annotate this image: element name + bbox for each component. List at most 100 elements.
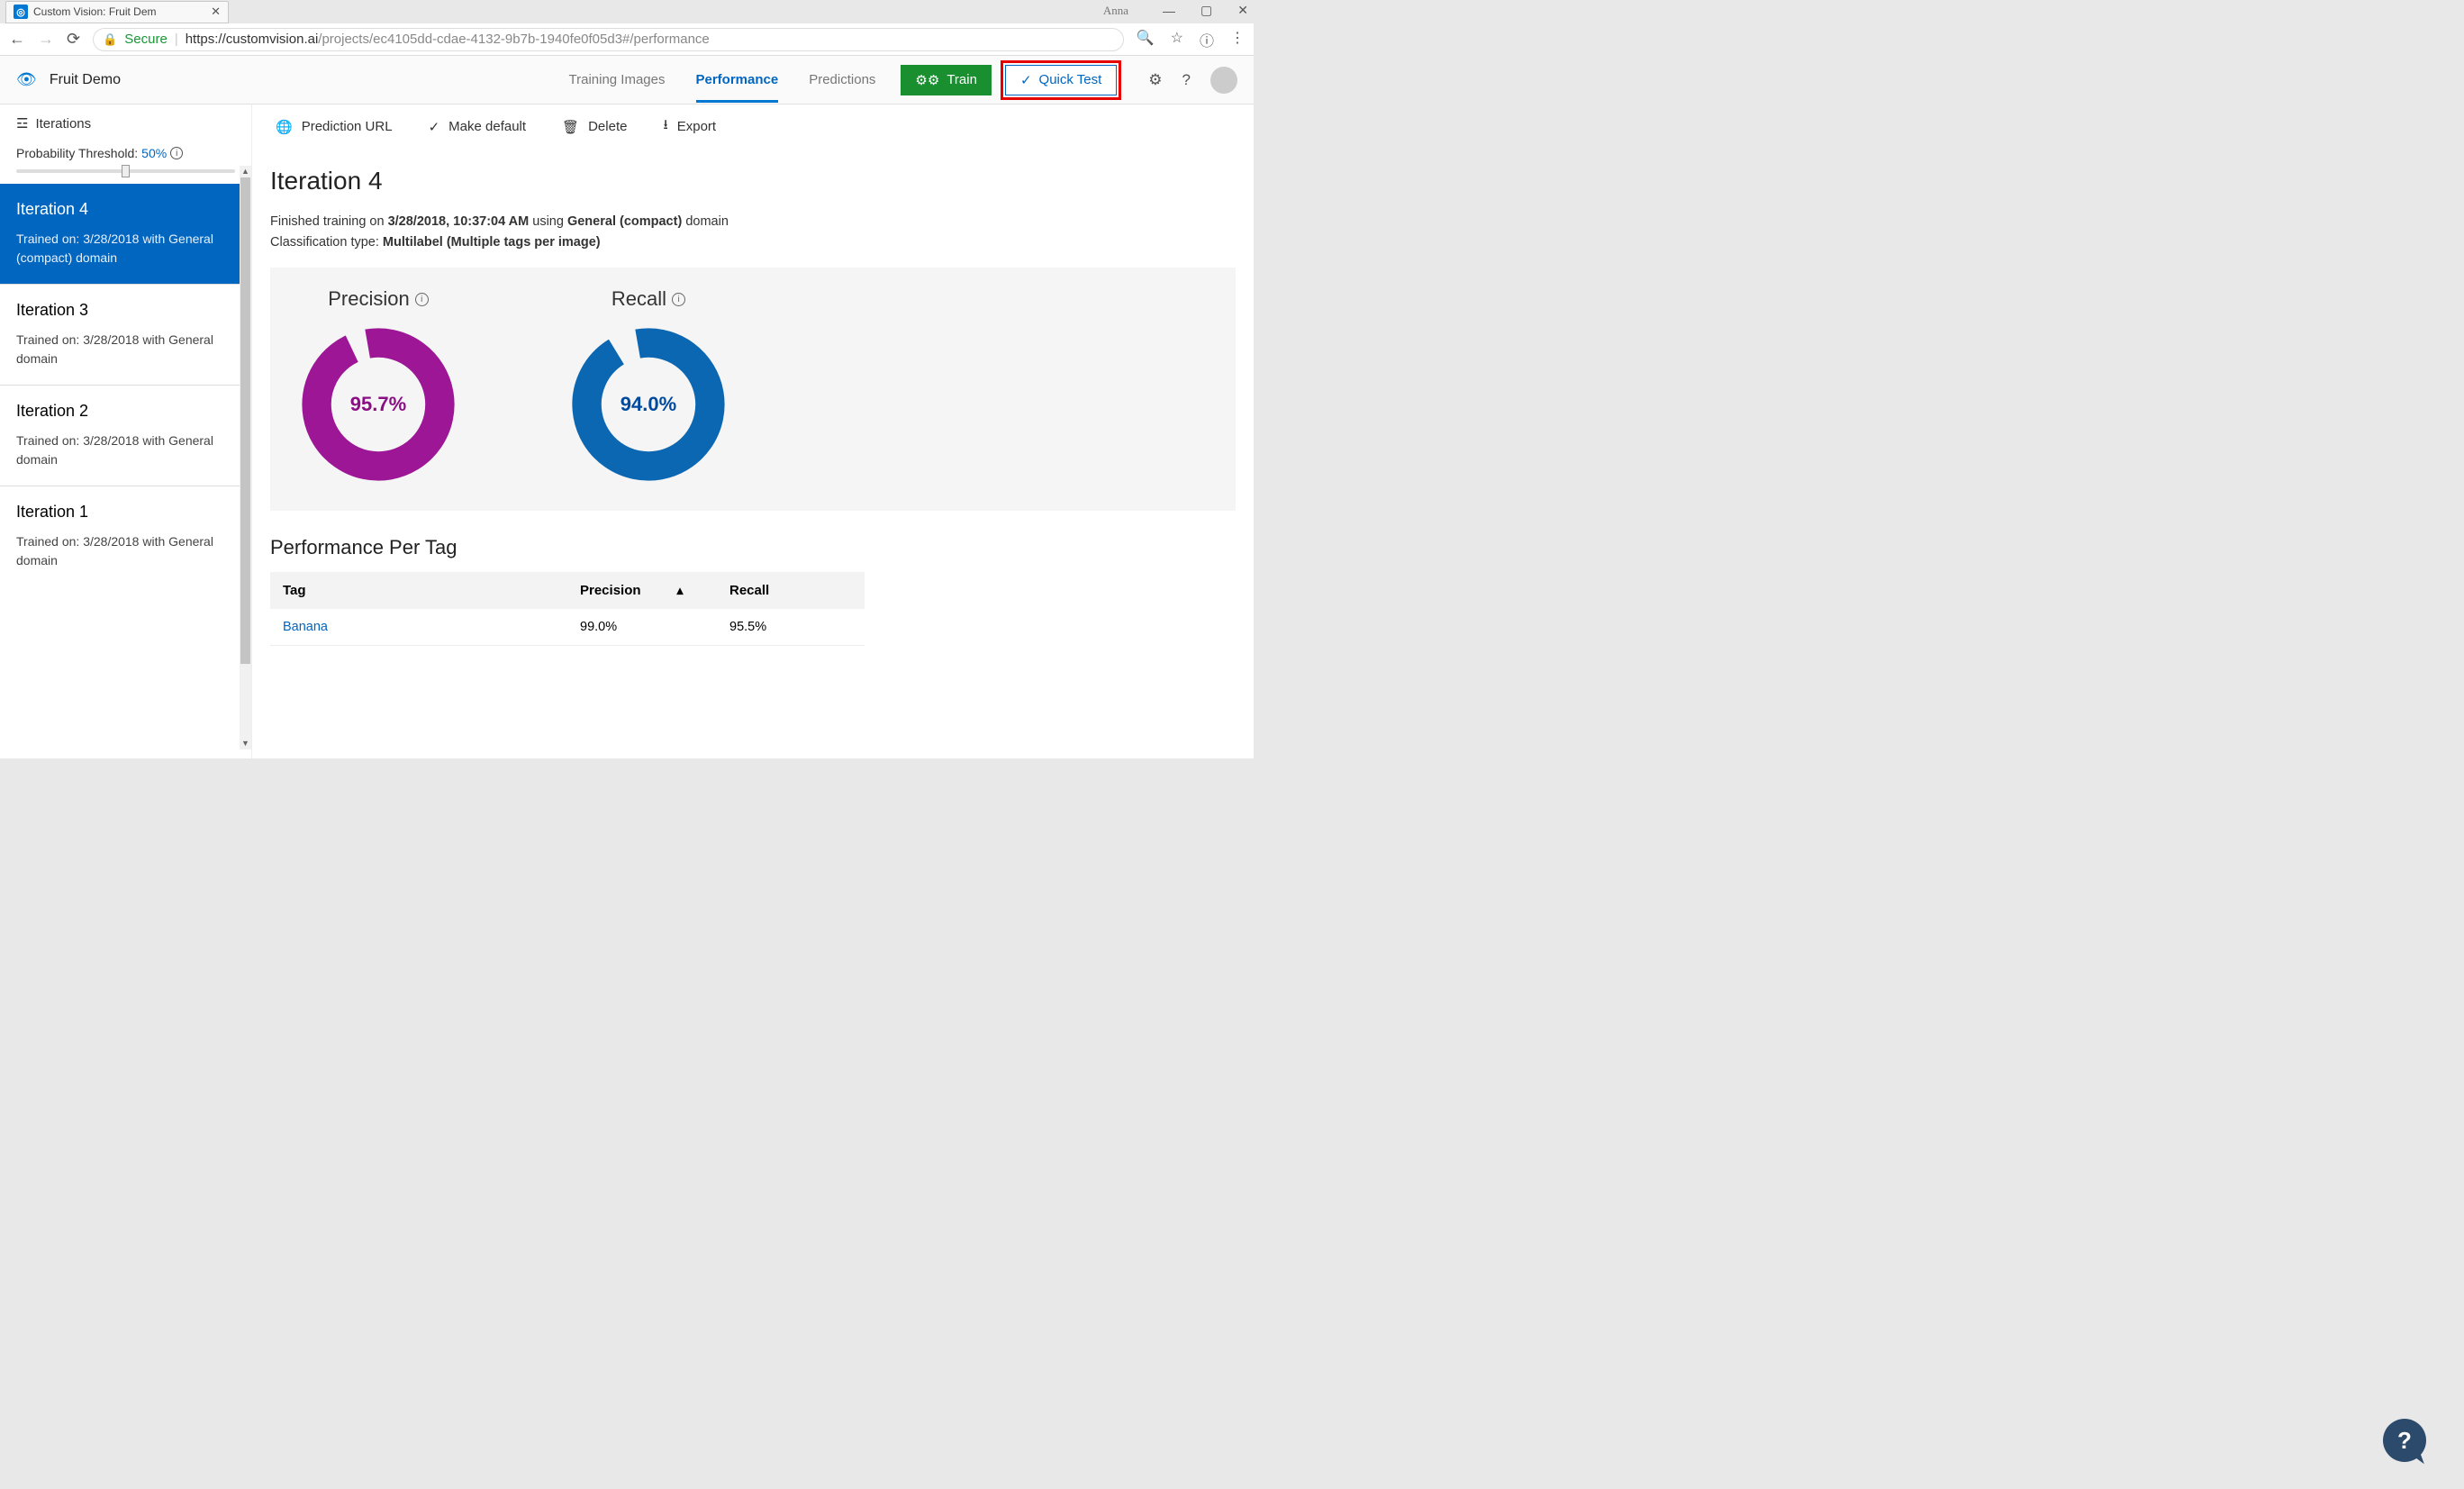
project-name[interactable]: Fruit Demo [50, 72, 121, 88]
table-header: Tag Precision ▴ Recall [270, 572, 865, 609]
gears-icon: ⚙⚙ [915, 72, 939, 88]
app-body: ☲ Iterations Probability Threshold: 50% … [0, 104, 1254, 758]
per-tag-table: Tag Precision ▴ Recall Banana 99.0% 95.5… [270, 572, 865, 646]
threshold-info-icon[interactable]: i [170, 147, 183, 159]
export-label: Export [677, 119, 716, 134]
prediction-url-button[interactable]: 🌐 Prediction URL [276, 115, 393, 138]
sidebar-scrollbar[interactable]: ▲ ▼ [240, 166, 251, 749]
lock-icon: 🔒 [103, 32, 117, 47]
cell-tag[interactable]: Banana [270, 609, 567, 645]
col-recall[interactable]: Recall [717, 572, 861, 609]
recall-info-icon[interactable]: i [672, 293, 685, 306]
browser-tab[interactable]: ◎ Custom Vision: Fruit Dem ✕ [5, 1, 229, 23]
address-bar[interactable]: 🔒 Secure | https://customvision.ai/proje… [93, 28, 1124, 51]
prediction-url-label: Prediction URL [302, 119, 393, 134]
threshold-value: 50% [141, 146, 167, 160]
settings-gear-icon[interactable]: ⚙ [1148, 71, 1162, 89]
recall-label: Recall [611, 287, 666, 311]
precision-info-icon[interactable]: i [415, 293, 429, 306]
sort-asc-icon: ▴ [677, 583, 684, 598]
vision-logo-icon: 👁 [16, 70, 37, 89]
window-maximize-icon[interactable]: ▢ [1200, 3, 1212, 18]
training-meta: Finished training on 3/28/2018, 10:37:04… [270, 212, 1236, 253]
precision-value: 95.7% [350, 393, 406, 416]
info-icon[interactable]: ⓘ [1200, 29, 1214, 50]
tab-close-icon[interactable]: ✕ [211, 5, 221, 19]
url-separator: | [175, 32, 178, 47]
cell-recall: 95.5% [717, 609, 861, 645]
browser-menu-icon[interactable]: ⋮ [1230, 29, 1245, 50]
tab-title: Custom Vision: Fruit Dem [33, 5, 205, 18]
precision-metric: Precision i 95.7% [297, 287, 459, 486]
help-icon[interactable]: ? [1182, 71, 1191, 89]
precision-label: Precision [328, 287, 409, 311]
precision-donut-chart: 95.7% [297, 323, 459, 486]
page-title: Iteration 4 [270, 167, 1236, 195]
per-tag-title: Performance Per Tag [270, 536, 1236, 559]
threshold-slider[interactable] [16, 169, 235, 173]
scroll-down-icon[interactable]: ▼ [240, 738, 251, 749]
iteration-subtitle: Trained on: 3/28/2018 with General domai… [16, 532, 235, 570]
browser-profile-name[interactable]: Anna [1103, 4, 1128, 18]
reload-button[interactable]: ⟳ [67, 30, 80, 49]
probability-threshold: Probability Threshold: 50% i [0, 142, 251, 168]
browser-chrome: ◎ Custom Vision: Fruit Dem ✕ Anna — ▢ ✕ … [0, 0, 1254, 56]
browser-toolbar: ← → ⟳ 🔒 Secure | https://customvision.ai… [0, 23, 1254, 56]
window-minimize-icon[interactable]: — [1163, 4, 1175, 18]
forward-button: → [38, 30, 54, 49]
window-controls: Anna — ▢ ✕ [1103, 3, 1248, 18]
slider-handle[interactable] [122, 165, 130, 177]
iteration-item-2[interactable]: Iteration 2 Trained on: 3/28/2018 with G… [0, 385, 251, 486]
window-close-icon[interactable]: ✕ [1237, 3, 1248, 18]
iteration-item-1[interactable]: Iteration 1 Trained on: 3/28/2018 with G… [0, 486, 251, 586]
main-content: 🌐 Prediction URL ✓ Make default 🗑 Delete… [252, 104, 1254, 758]
recall-metric: Recall i 94.0% [567, 287, 729, 486]
tab-training-images[interactable]: Training Images [569, 58, 666, 102]
threshold-label: Probability Threshold: [16, 146, 138, 160]
quick-test-button[interactable]: ✓ Quick Test [1005, 65, 1117, 95]
make-default-label: Make default [448, 119, 526, 134]
check-icon: ✓ [429, 119, 440, 135]
quick-test-highlight: ✓ Quick Test [1001, 60, 1121, 100]
iteration-item-3[interactable]: Iteration 3 Trained on: 3/28/2018 with G… [0, 284, 251, 385]
main-tabs: Training Images Performance Predictions [569, 58, 876, 102]
iteration-title: Iteration 1 [16, 503, 235, 522]
scroll-up-icon[interactable]: ▲ [240, 166, 251, 177]
check-icon: ✓ [1020, 72, 1032, 88]
sidebar: ☲ Iterations Probability Threshold: 50% … [0, 104, 252, 758]
delete-button[interactable]: 🗑 Delete [562, 115, 627, 138]
cell-precision: 99.0% [567, 609, 717, 645]
bookmark-star-icon[interactable]: ☆ [1171, 29, 1183, 50]
train-button-label: Train [947, 72, 977, 87]
help-chat-button[interactable]: ? [2383, 1419, 2426, 1462]
iteration-title: Iteration 2 [16, 402, 235, 421]
table-row[interactable]: Banana 99.0% 95.5% [270, 609, 865, 646]
browser-tabbar: ◎ Custom Vision: Fruit Dem ✕ Anna — ▢ ✕ [0, 0, 1254, 23]
url-text: https://customvision.ai/projects/ec4105d… [186, 32, 710, 47]
iterations-label: Iterations [35, 116, 91, 132]
download-icon: ⭳ [663, 115, 667, 138]
iteration-subtitle: Trained on: 3/28/2018 with General domai… [16, 431, 235, 469]
quick-test-button-label: Quick Test [1039, 72, 1102, 87]
zoom-icon[interactable]: 🔍 [1137, 29, 1155, 50]
app-header: 👁 Fruit Demo Training Images Performance… [0, 56, 1254, 104]
tab-performance[interactable]: Performance [696, 58, 779, 102]
back-button[interactable]: ← [9, 30, 25, 49]
scroll-thumb[interactable] [240, 177, 250, 664]
content-toolbar: 🌐 Prediction URL ✓ Make default 🗑 Delete… [270, 104, 1236, 149]
tab-favicon: ◎ [14, 5, 28, 19]
col-precision[interactable]: Precision ▴ [567, 572, 717, 609]
tab-predictions[interactable]: Predictions [809, 58, 875, 102]
export-button[interactable]: ⭳ Export [663, 115, 716, 138]
iteration-title: Iteration 3 [16, 301, 235, 320]
make-default-button[interactable]: ✓ Make default [429, 115, 526, 138]
iteration-item-4[interactable]: Iteration 4 Trained on: 3/28/2018 with G… [0, 184, 251, 284]
iteration-title: Iteration 4 [16, 200, 235, 219]
delete-label: Delete [588, 119, 627, 134]
layers-icon: ☲ [16, 115, 28, 132]
iterations-header: ☲ Iterations [0, 104, 251, 142]
metrics-panel: Precision i 95.7% Recall i [270, 268, 1236, 511]
user-avatar[interactable] [1210, 67, 1237, 94]
col-tag[interactable]: Tag [270, 572, 567, 609]
train-button[interactable]: ⚙⚙ Train [901, 65, 992, 95]
